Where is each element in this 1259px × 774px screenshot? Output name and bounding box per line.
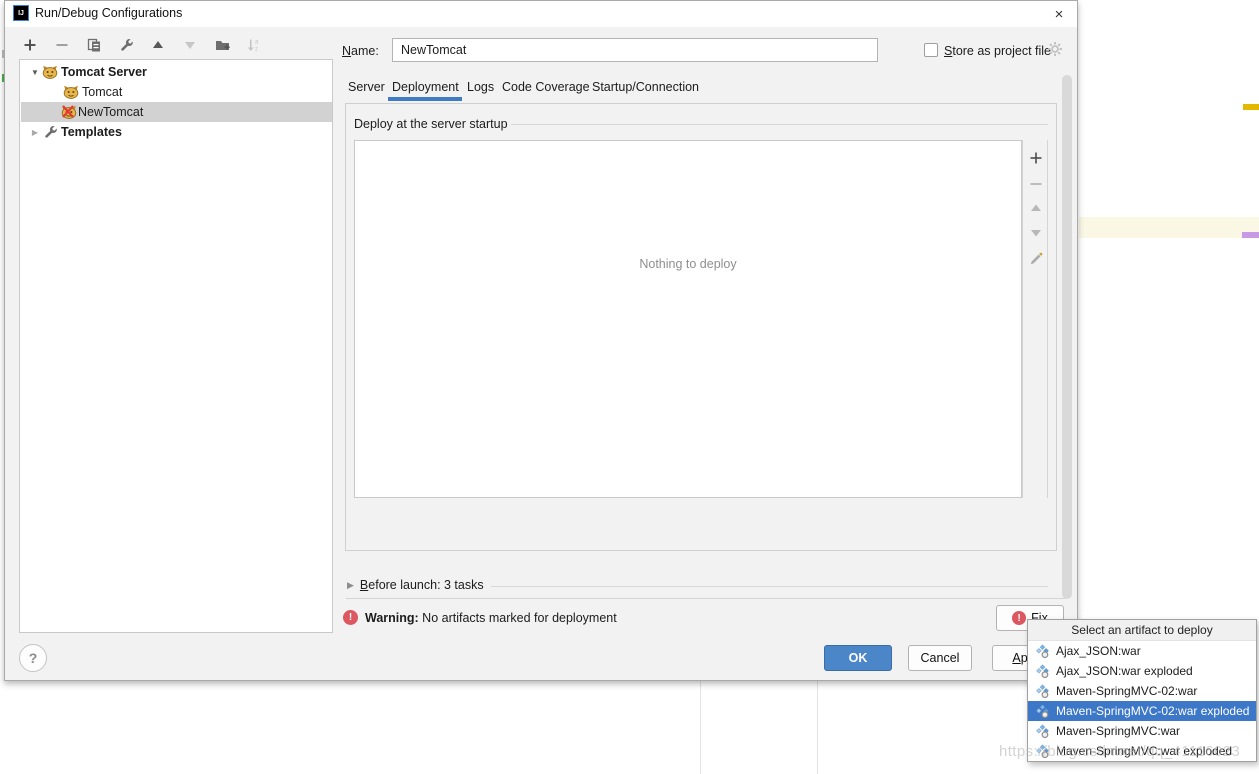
sort-alphabetically-icon[interactable]: az	[243, 34, 265, 56]
edit-wrench-icon[interactable]	[115, 34, 137, 56]
move-up-icon[interactable]	[1026, 198, 1046, 218]
run-debug-configurations-dialog: IJ Run/Debug Configurations ×	[4, 0, 1078, 681]
before-launch-line	[491, 586, 1048, 587]
tree-item-tomcat[interactable]: Tomcat	[21, 82, 332, 102]
warning-label: Warning:	[365, 611, 419, 625]
svg-text:z: z	[255, 47, 258, 53]
add-artifact-icon[interactable]	[1026, 148, 1046, 168]
popup-item-label: Ajax_JSON:war exploded	[1056, 664, 1193, 678]
vertical-scrollbar[interactable]	[1062, 75, 1072, 599]
popup-item-label: Maven-SpringMVC:war	[1056, 724, 1180, 738]
store-as-project-file-label[interactable]: Store as project file	[944, 44, 1051, 58]
artifact-icon	[1035, 724, 1050, 739]
gear-icon[interactable]	[1047, 41, 1063, 60]
tree-item-label: NewTomcat	[78, 105, 143, 119]
tree-item-label: Templates	[61, 125, 122, 139]
popup-item-maven-springmvc-02-war-exploded[interactable]: Maven-SpringMVC-02:war exploded	[1028, 701, 1256, 721]
popup-item-label: Maven-SpringMVC-02:war exploded	[1056, 704, 1249, 718]
popup-item-maven-springmvc-war[interactable]: Maven-SpringMVC:war	[1028, 721, 1256, 741]
copy-icon[interactable]	[83, 34, 105, 56]
editor-highlight-purple	[1242, 232, 1259, 238]
tomcat-icon	[42, 65, 58, 79]
screen: IJ Run/Debug Configurations ×	[0, 0, 1259, 774]
tab-server[interactable]: Server	[348, 80, 385, 98]
chevron-down-icon[interactable]: ▼	[29, 68, 41, 77]
dialog-title: Run/Debug Configurations	[35, 6, 182, 20]
warning-message: No artifacts marked for deployment	[419, 611, 617, 625]
cancel-button[interactable]: Cancel	[908, 645, 972, 671]
move-down-icon[interactable]	[1026, 223, 1046, 243]
chevron-right-icon[interactable]: ▶	[29, 128, 41, 137]
intellij-logo-icon: IJ	[13, 5, 29, 21]
artifact-popup: Select an artifact to deploy Ajax_JSON:w…	[1027, 619, 1257, 762]
list-toolbar	[1022, 140, 1048, 498]
tab-deployment[interactable]: Deployment	[392, 80, 459, 98]
add-icon[interactable]	[19, 34, 41, 56]
dialog-titlebar[interactable]: IJ Run/Debug Configurations ×	[5, 1, 1077, 27]
popup-item-maven-springmvc-02-war[interactable]: Maven-SpringMVC-02:war	[1028, 681, 1256, 701]
tab-startup-connection[interactable]: Startup/Connection	[592, 80, 699, 98]
svg-text:a: a	[255, 40, 259, 46]
tab-logs[interactable]: Logs	[467, 80, 494, 98]
ok-button[interactable]: OK	[824, 645, 892, 671]
popup-item-label: Ajax_JSON:war	[1056, 644, 1141, 658]
wrench-icon	[43, 125, 57, 139]
popup-item-label: Maven-SpringMVC-02:war	[1056, 684, 1197, 698]
group-title-line	[511, 124, 1048, 125]
tree-item-newtomcat[interactable]: NewTomcat	[21, 102, 332, 122]
artifact-icon	[1035, 644, 1050, 659]
editor-highlight-yellow	[1243, 104, 1259, 110]
artifact-icon	[1035, 704, 1050, 719]
popup-item-ajax-json-war-exploded[interactable]: Ajax_JSON:war exploded	[1028, 661, 1256, 681]
warning-icon: !	[1012, 611, 1026, 625]
empty-list-message: Nothing to deploy	[354, 257, 1022, 271]
editor-highlight-band	[1079, 217, 1259, 238]
tomcat-icon	[63, 85, 79, 99]
configurations-tree: ▼ Tomcat Server Tomcat NewTomcat ▶ Templ…	[19, 59, 333, 633]
deployment-list	[354, 140, 1022, 498]
configurations-toolbar: az	[19, 34, 265, 56]
store-as-project-file-checkbox[interactable]	[924, 43, 938, 57]
artifact-icon	[1035, 684, 1050, 699]
edit-pencil-icon[interactable]	[1026, 249, 1046, 269]
popup-item-ajax-json-war[interactable]: Ajax_JSON:war	[1028, 641, 1256, 661]
active-tab-indicator	[388, 97, 462, 101]
remove-icon[interactable]	[51, 34, 73, 56]
name-input[interactable]: NewTomcat	[392, 38, 878, 62]
separator	[346, 598, 1065, 599]
tree-item-label: Tomcat	[82, 85, 122, 99]
warning-row: ! Warning: No artifacts marked for deplo…	[343, 610, 617, 625]
remove-artifact-icon[interactable]	[1026, 174, 1046, 194]
new-folder-icon[interactable]	[211, 34, 233, 56]
close-icon[interactable]: ×	[1044, 3, 1074, 25]
before-launch-label: Before launch: 3 tasks	[360, 578, 484, 592]
background-divider	[700, 681, 701, 774]
chevron-right-icon[interactable]: ▶	[347, 580, 354, 591]
tree-item-label: Tomcat Server	[61, 65, 147, 79]
warning-icon: !	[343, 610, 358, 625]
popup-title: Select an artifact to deploy	[1028, 620, 1256, 641]
move-down-icon[interactable]	[179, 34, 201, 56]
tomcat-invalid-icon	[61, 105, 77, 119]
tree-item-tomcat-server[interactable]: ▼ Tomcat Server	[21, 62, 332, 82]
tree-item-templates[interactable]: ▶ Templates	[21, 122, 332, 142]
deploy-group-title: Deploy at the server startup	[354, 117, 508, 131]
tab-code-coverage[interactable]: Code Coverage	[502, 80, 590, 98]
background-divider	[817, 681, 818, 774]
before-launch-row[interactable]: ▶ Before launch: 3 tasks	[347, 578, 484, 592]
help-button[interactable]: ?	[19, 644, 47, 672]
move-up-icon[interactable]	[147, 34, 169, 56]
artifact-icon	[1035, 664, 1050, 679]
name-label: Name:	[342, 44, 379, 58]
name-value: NewTomcat	[401, 43, 466, 57]
watermark-text: https://blog.csdn.net/qq_41116023	[999, 743, 1240, 760]
